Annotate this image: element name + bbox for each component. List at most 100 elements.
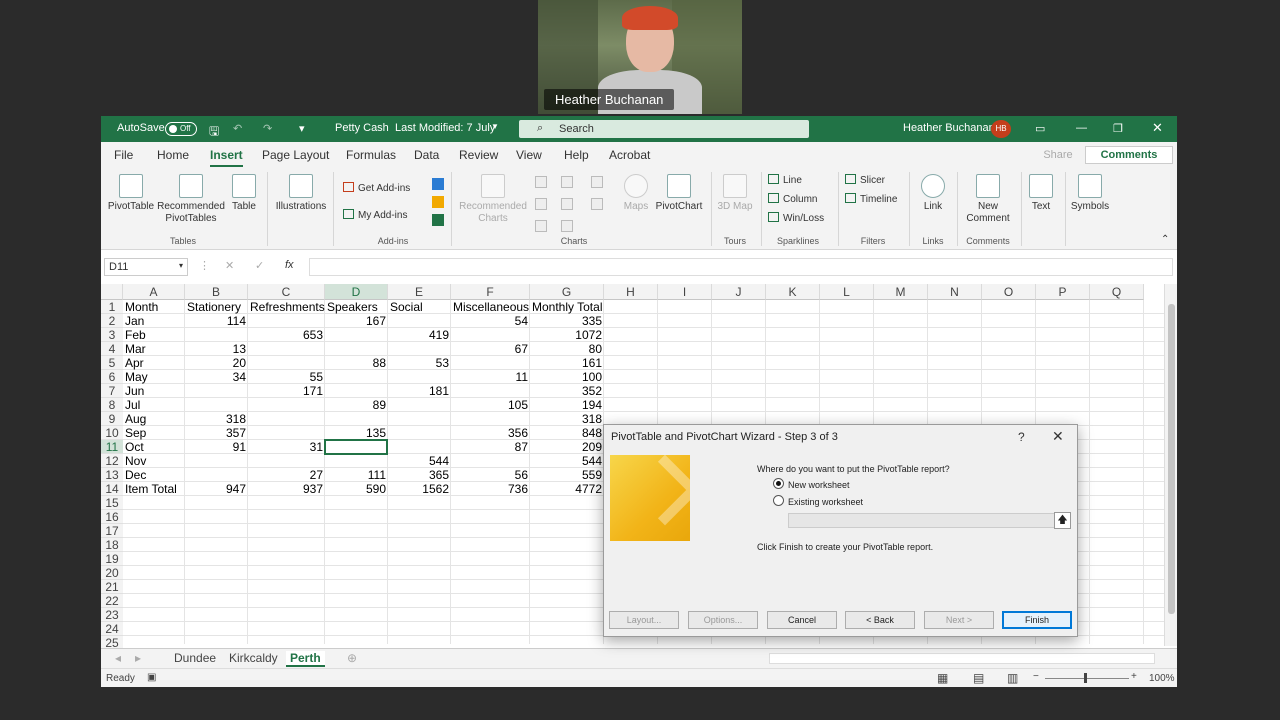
comments-button[interactable]: Comments <box>1085 146 1173 164</box>
finish-button[interactable]: Finish <box>1002 611 1072 629</box>
cell-e3[interactable]: 419 <box>388 328 451 342</box>
cell-f2[interactable]: 54 <box>451 314 530 328</box>
column-chart-icon[interactable] <box>535 176 547 188</box>
cell-a3[interactable]: Feb <box>123 328 185 342</box>
line-chart-icon[interactable] <box>535 198 547 210</box>
cell-b10[interactable]: 357 <box>185 426 248 440</box>
cell-f11[interactable]: 87 <box>451 440 530 454</box>
column-header-g[interactable]: G <box>530 284 604 300</box>
cell-g2[interactable]: 335 <box>530 314 604 328</box>
cell-d13[interactable]: 111 <box>325 468 388 482</box>
cell-d14[interactable]: 590 <box>325 482 388 496</box>
avatar[interactable]: HB <box>991 120 1011 138</box>
cell-a5[interactable]: Apr <box>123 356 185 370</box>
cell-d1[interactable]: Speakers <box>325 300 388 314</box>
cell-a8[interactable]: Jul <box>123 398 185 412</box>
cell-b11[interactable]: 91 <box>185 440 248 454</box>
row-header[interactable]: 12 <box>101 454 123 468</box>
column-header-m[interactable]: M <box>874 284 928 300</box>
cell-g3[interactable]: 1072 <box>530 328 604 342</box>
new-worksheet-label[interactable]: New worksheet <box>788 480 850 490</box>
back-button[interactable]: < Back <box>845 611 915 629</box>
scatter-chart-icon[interactable] <box>561 220 573 232</box>
add-sheet-icon[interactable]: ⊕ <box>347 651 357 665</box>
zoom-out-icon[interactable]: − <box>1033 671 1039 682</box>
tab-page-layout[interactable]: Page Layout <box>262 148 329 162</box>
column-header-o[interactable]: O <box>982 284 1036 300</box>
share-button[interactable]: Share <box>1023 146 1093 164</box>
sheet-tab-kirkcaldy[interactable]: Kirkcaldy <box>229 651 278 665</box>
column-header-i[interactable]: I <box>658 284 712 300</box>
cell-e7[interactable]: 181 <box>388 384 451 398</box>
text-button[interactable]: Text <box>1025 174 1057 213</box>
zoom-in-icon[interactable]: + <box>1131 671 1137 682</box>
cell-g8[interactable]: 194 <box>530 398 604 412</box>
zoom-slider[interactable] <box>1045 678 1129 679</box>
recommended-pivottables-button[interactable]: Recommended PivotTables <box>155 174 227 225</box>
row-header[interactable]: 3 <box>101 328 123 342</box>
cell-e12[interactable]: 544 <box>388 454 451 468</box>
cell-a7[interactable]: Jun <box>123 384 185 398</box>
cell-c3[interactable]: 653 <box>248 328 325 342</box>
cell-c14[interactable]: 937 <box>248 482 325 496</box>
symbols-button[interactable]: Symbols <box>1069 174 1111 213</box>
cell-c7[interactable]: 171 <box>248 384 325 398</box>
cell-g11[interactable]: 209 <box>530 440 604 454</box>
row-header[interactable]: 13 <box>101 468 123 482</box>
scroll-tabs-left-icon[interactable]: ◂ <box>115 651 121 665</box>
column-header-e[interactable]: E <box>388 284 451 300</box>
selected-cell[interactable] <box>324 439 388 455</box>
cell-g12[interactable]: 544 <box>530 454 604 468</box>
visio-icon[interactable] <box>432 178 444 190</box>
search-box[interactable]: ⌕ Search <box>519 120 809 138</box>
sparkline-line-button[interactable]: Line <box>768 174 802 186</box>
vertical-scrollbar[interactable] <box>1164 284 1177 646</box>
new-worksheet-radio[interactable] <box>773 478 784 489</box>
name-box[interactable]: D11 ▾ <box>104 258 188 276</box>
collapse-dialog-icon[interactable]: 🡅 <box>1054 512 1071 529</box>
maps-button[interactable]: Maps <box>619 174 653 213</box>
formula-input[interactable] <box>309 258 1173 276</box>
cell-d5[interactable]: 88 <box>325 356 388 370</box>
cell-d8[interactable]: 89 <box>325 398 388 412</box>
macro-record-icon[interactable]: ▣ <box>147 672 156 683</box>
next-button[interactable]: Next > <box>924 611 994 629</box>
cell-a12[interactable]: Nov <box>123 454 185 468</box>
cell-c1[interactable]: Refreshments <box>248 300 325 314</box>
help-icon[interactable]: ? <box>1018 430 1025 444</box>
cell-b2[interactable]: 114 <box>185 314 248 328</box>
customize-toolbar-icon[interactable]: ▾ <box>299 122 305 135</box>
save-icon[interactable]: 🖫 <box>209 122 219 143</box>
cell-a14[interactable]: Item Total <box>123 482 185 496</box>
pie-chart-icon[interactable] <box>535 220 547 232</box>
cell-b9[interactable]: 318 <box>185 412 248 426</box>
combo-chart-icon[interactable] <box>591 198 603 210</box>
row-header[interactable]: 1 <box>101 300 123 314</box>
row-header[interactable]: 5 <box>101 356 123 370</box>
user-name[interactable]: Heather Buchanan <box>903 122 995 134</box>
tab-file[interactable]: File <box>114 148 133 162</box>
close-icon[interactable]: ✕ <box>1052 428 1064 445</box>
tab-insert[interactable]: Insert <box>210 148 243 167</box>
cell-d2[interactable]: 167 <box>325 314 388 328</box>
layout-button[interactable]: Layout... <box>609 611 679 629</box>
page-layout-view-icon[interactable]: ▤ <box>973 671 984 685</box>
collapse-ribbon-icon[interactable]: ⌃ <box>1161 234 1169 245</box>
get-addins-button[interactable]: Get Add-ins <box>343 182 410 194</box>
cell-a4[interactable]: Mar <box>123 342 185 356</box>
cell-a11[interactable]: Oct <box>123 440 185 454</box>
statistic-chart-icon[interactable] <box>591 176 603 188</box>
cell-g6[interactable]: 100 <box>530 370 604 384</box>
bing-icon[interactable] <box>432 196 444 208</box>
sheet-tab-perth[interactable]: Perth <box>286 651 325 667</box>
row-header[interactable]: 15 <box>101 496 123 510</box>
column-header-q[interactable]: Q <box>1090 284 1144 300</box>
cell-c13[interactable]: 27 <box>248 468 325 482</box>
cell-e13[interactable]: 365 <box>388 468 451 482</box>
row-header[interactable]: 11 <box>101 440 123 454</box>
row-header[interactable]: 4 <box>101 342 123 356</box>
options-button[interactable]: Options... <box>688 611 758 629</box>
column-header-b[interactable]: B <box>185 284 248 300</box>
tab-review[interactable]: Review <box>459 148 498 162</box>
cancel-button[interactable]: Cancel <box>767 611 837 629</box>
